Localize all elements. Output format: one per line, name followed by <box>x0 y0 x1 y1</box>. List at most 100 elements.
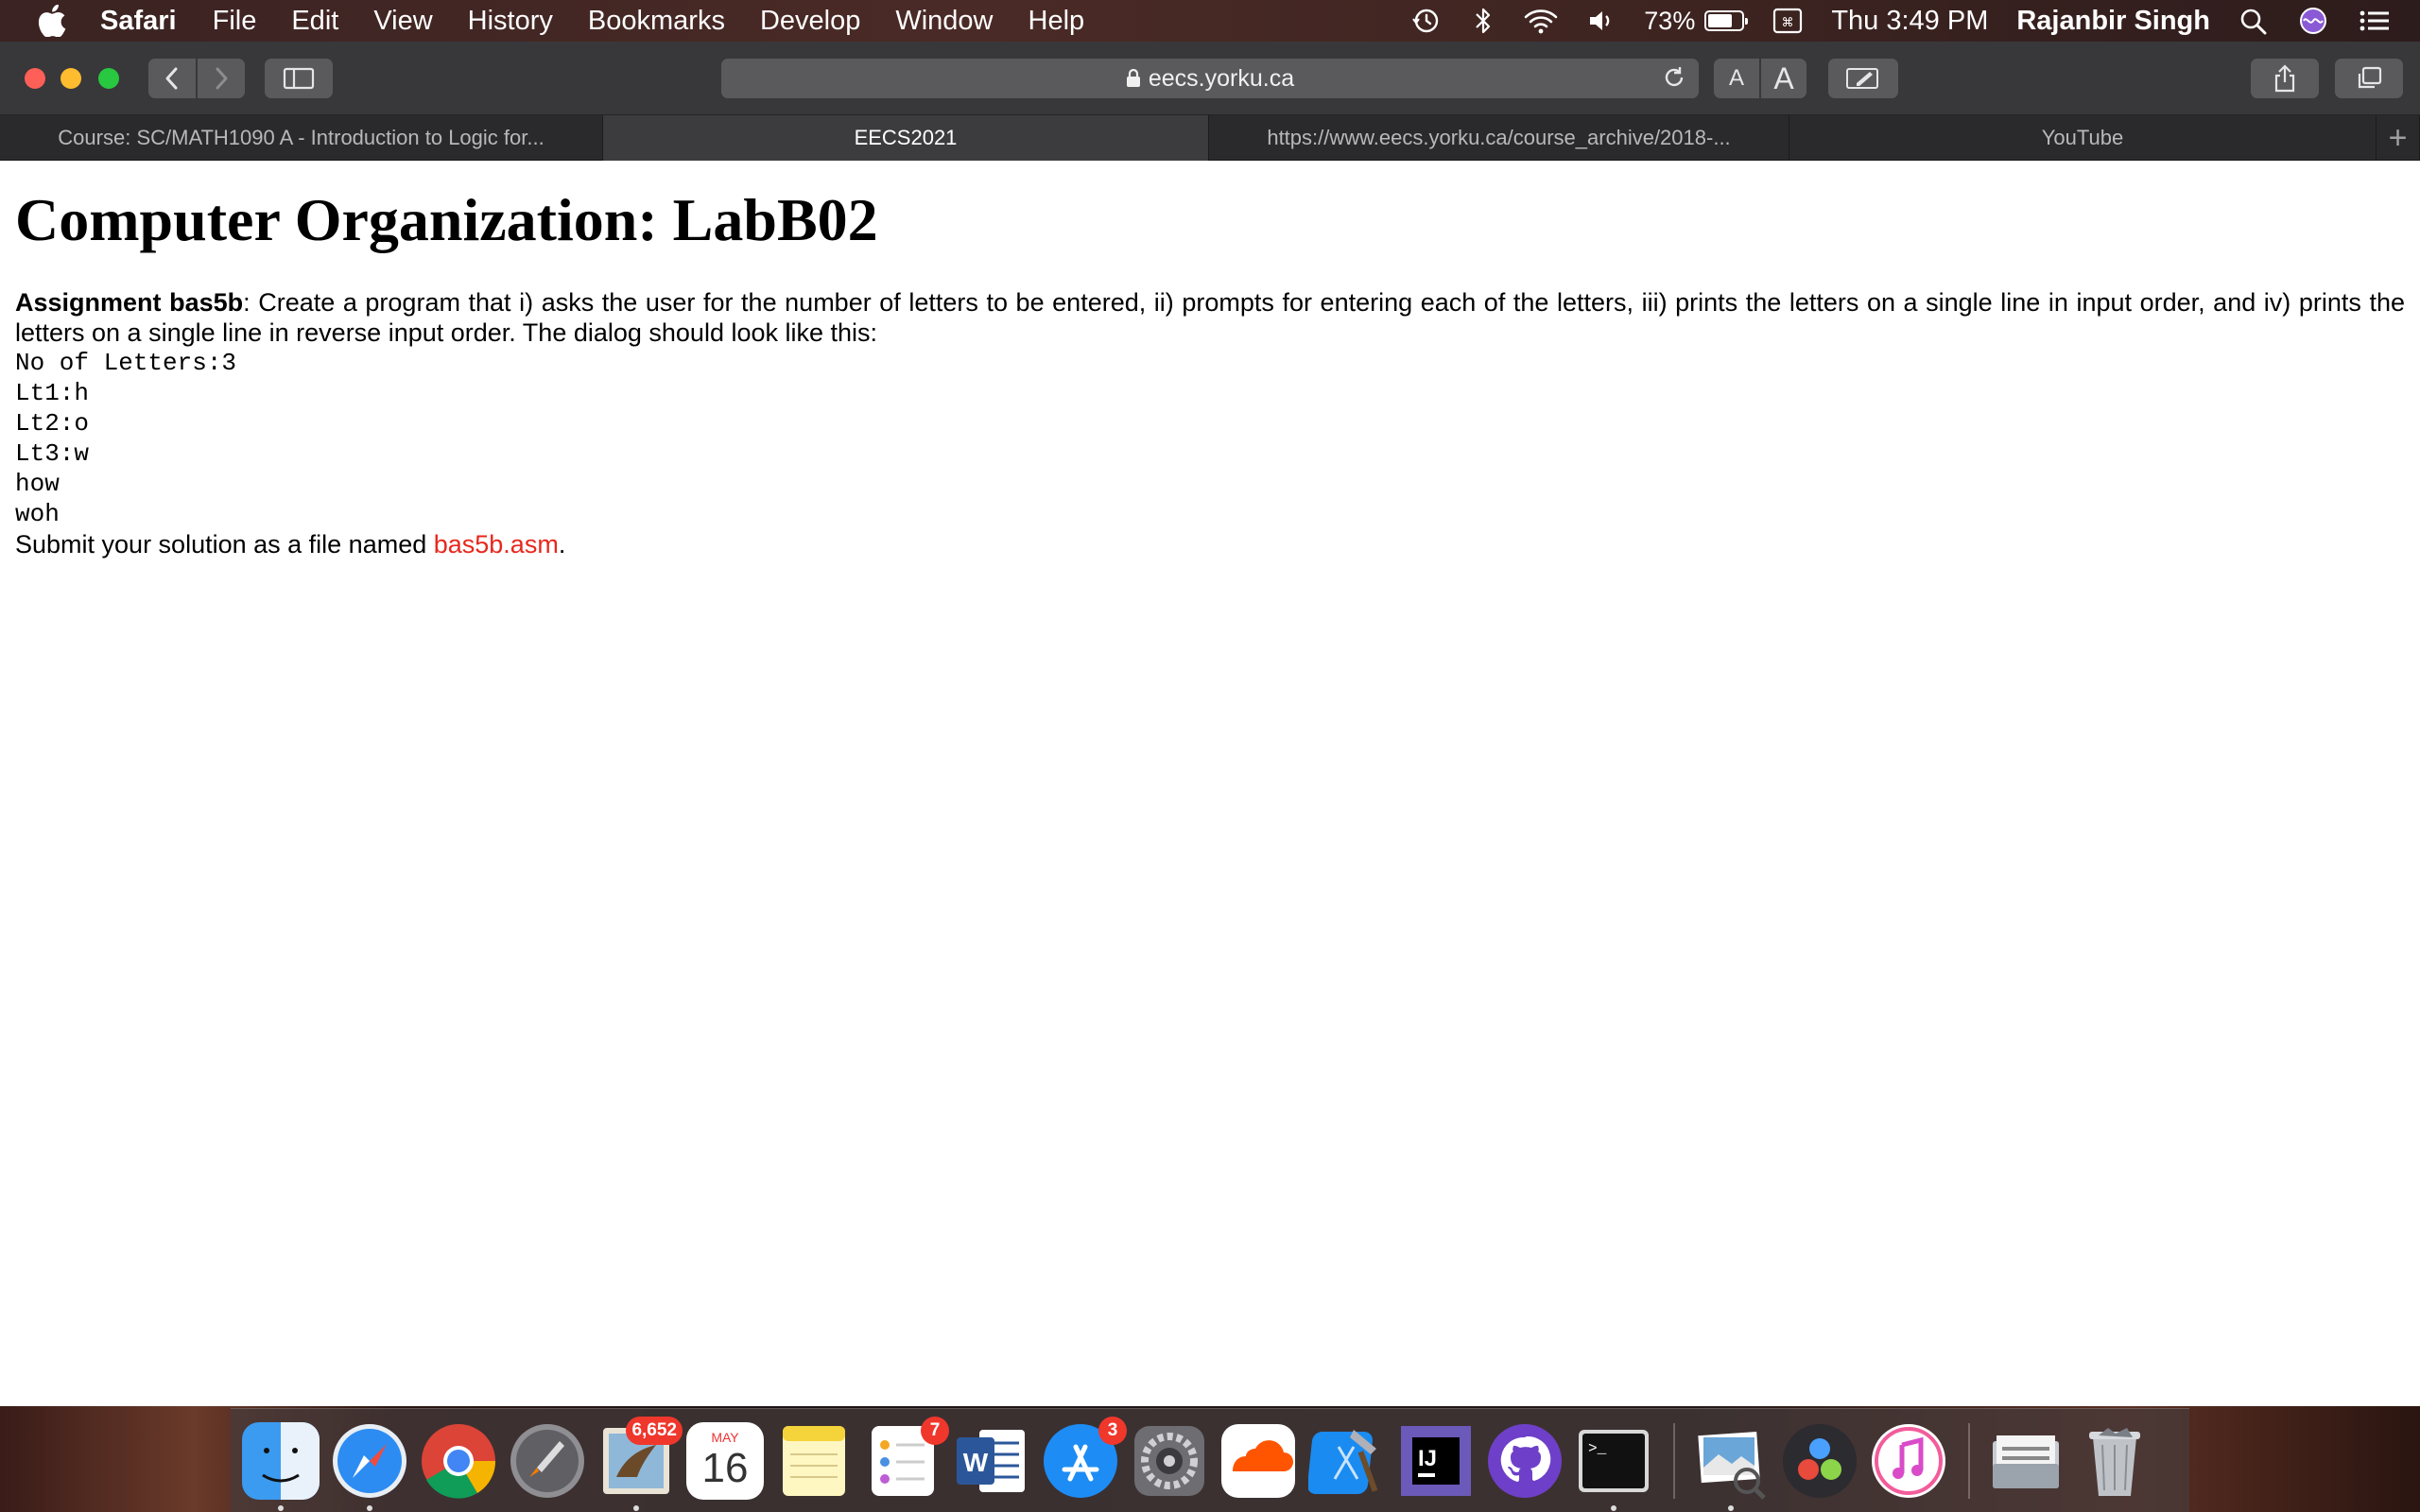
bluetooth-icon[interactable] <box>1472 7 1495 35</box>
dock-separator <box>1968 1422 1970 1499</box>
assignment-name: Assignment bas5b <box>15 288 244 317</box>
window-minimize-button[interactable] <box>60 68 81 89</box>
svg-text:>_: >_ <box>1588 1440 1607 1457</box>
finder-icon <box>242 1421 320 1500</box>
notification-center-icon[interactable] <box>2358 7 2392 35</box>
show-all-tabs-button[interactable] <box>2335 59 2403 98</box>
apple-icon[interactable] <box>38 5 66 37</box>
wifi-icon[interactable] <box>1523 7 1559 35</box>
dock-safari[interactable] <box>331 1422 408 1511</box>
menu-window[interactable]: Window <box>895 6 993 37</box>
running-indicator <box>367 1504 372 1511</box>
assignment-text: : Create a program that i) asks the user… <box>15 288 2405 347</box>
documents-stack-icon <box>1993 1435 2059 1488</box>
tab-math1090[interactable]: Course: SC/MATH1090 A - Introduction to … <box>0 115 603 161</box>
time-machine-icon[interactable] <box>1408 7 1443 35</box>
xcode-icon <box>1307 1429 1378 1494</box>
share-icon <box>2274 64 2295 93</box>
submit-prefix: Submit your solution as a file named <box>15 530 434 558</box>
address-text: eecs.yorku.ca <box>1148 64 1295 92</box>
dialog-example: No of Letters:3 Lt1:h Lt2:o Lt3:w how wo… <box>15 348 2405 529</box>
dock-mail[interactable]: 6,652 <box>597 1416 683 1511</box>
back-button[interactable] <box>148 59 196 98</box>
running-indicator <box>278 1504 284 1511</box>
chevron-right-icon <box>216 67 228 90</box>
dock-app-store[interactable]: 3 <box>1042 1416 1127 1500</box>
dock-finder[interactable] <box>242 1421 320 1511</box>
dock: 6,652 MAY 16 7 W 3 IJ >_ <box>231 1408 2189 1512</box>
dock-terminal[interactable]: >_ <box>1575 1422 1652 1511</box>
menu-bar: Safari File Edit View History Bookmarks … <box>0 0 2420 42</box>
dock-word[interactable]: W <box>953 1422 1030 1500</box>
tab-youtube[interactable]: YouTube <box>1789 115 2377 161</box>
submit-filename: bas5b.asm <box>433 530 559 558</box>
tab-course-archive[interactable]: https://www.eecs.yorku.ca/course_archive… <box>1209 115 1789 161</box>
running-indicator <box>633 1504 639 1511</box>
text-larger-button[interactable]: A <box>1761 59 1806 98</box>
menu-develop[interactable]: Develop <box>760 6 860 37</box>
text-smaller-button[interactable]: A <box>1714 59 1759 98</box>
tabs-overview-icon <box>2358 66 2382 89</box>
svg-text:IJ: IJ <box>1418 1446 1437 1471</box>
notes-icon <box>783 1425 845 1496</box>
dock-github-desktop[interactable] <box>1486 1422 1564 1500</box>
battery-icon[interactable] <box>1704 10 1749 31</box>
soundcloud-icon <box>1221 1423 1295 1498</box>
dock-separator <box>1673 1422 1675 1499</box>
menu-history[interactable]: History <box>468 6 553 37</box>
siri-icon[interactable] <box>2297 7 2329 35</box>
running-indicator <box>1611 1504 1616 1511</box>
trash-icon <box>2089 1427 2140 1496</box>
dock-xcode[interactable] <box>1307 1422 1386 1500</box>
dock-soundcloud[interactable] <box>1219 1422 1297 1500</box>
dock-documents-stack[interactable] <box>1987 1422 2065 1500</box>
reminders-badge: 7 <box>921 1416 949 1445</box>
dock-reminders[interactable]: 7 <box>864 1416 949 1500</box>
forward-button[interactable] <box>198 59 245 98</box>
page-title: Computer Organization: LabB02 <box>15 186 878 253</box>
markup-button[interactable] <box>1828 59 1898 98</box>
menu-bookmarks[interactable]: Bookmarks <box>588 6 725 37</box>
dock-davinci-resolve[interactable] <box>1781 1422 1858 1500</box>
dock-chrome[interactable] <box>420 1422 497 1500</box>
dialog-line: Lt1:h <box>15 379 90 407</box>
dialog-line: how <box>15 470 60 498</box>
menubar-clock[interactable]: Thu 3:49 PM <box>1831 6 1988 37</box>
dock-preview[interactable] <box>1692 1422 1770 1511</box>
window-close-button[interactable] <box>25 68 45 89</box>
dock-calendar[interactable]: MAY 16 <box>686 1421 764 1500</box>
battery-percent[interactable]: 73% <box>1644 7 1695 36</box>
volume-icon[interactable] <box>1587 7 1616 35</box>
dock-intellij[interactable]: IJ <box>1397 1422 1475 1500</box>
dialog-line: woh <box>15 500 60 528</box>
dock-launchpad[interactable] <box>509 1422 586 1500</box>
address-bar[interactable]: eecs.yorku.ca <box>721 59 1699 98</box>
menu-file[interactable]: File <box>213 6 257 37</box>
menu-app-name[interactable]: Safari <box>100 6 177 37</box>
dialog-line: Lt3:w <box>15 439 90 468</box>
web-content: Computer Organization: LabB02 Assignment… <box>0 161 2420 1406</box>
tab-eecs2021[interactable]: EECS2021 <box>603 115 1209 161</box>
music-note-icon <box>1872 1423 1945 1498</box>
new-tab-button[interactable]: + <box>2377 115 2420 161</box>
dock-notes[interactable] <box>775 1422 853 1500</box>
menubar-user[interactable]: Rajanbir Singh <box>2016 6 2210 37</box>
menu-view[interactable]: View <box>373 6 432 37</box>
sidebar-toggle-button[interactable] <box>265 59 333 98</box>
menu-help[interactable]: Help <box>1028 6 1085 37</box>
menu-edit[interactable]: Edit <box>291 6 338 37</box>
rocket-icon <box>510 1423 584 1498</box>
app-store-badge: 3 <box>1098 1416 1127 1445</box>
reload-icon[interactable] <box>1661 65 1687 92</box>
mail-badge: 6,652 <box>626 1416 683 1445</box>
share-button[interactable] <box>2251 59 2319 98</box>
dock-trash[interactable] <box>2076 1422 2153 1500</box>
assignment-description: Assignment bas5b: Create a program that … <box>15 287 2405 348</box>
dock-system-preferences[interactable] <box>1131 1422 1208 1500</box>
spotlight-search-icon[interactable] <box>2238 7 2269 35</box>
safari-toolbar: eecs.yorku.ca A A <box>0 42 2420 115</box>
dialog-line: Lt2:o <box>15 409 90 438</box>
dock-itunes[interactable] <box>1870 1422 1947 1500</box>
window-fullscreen-button[interactable] <box>98 68 119 89</box>
keyboard-viewer-icon[interactable]: ⌘ <box>1772 7 1803 35</box>
